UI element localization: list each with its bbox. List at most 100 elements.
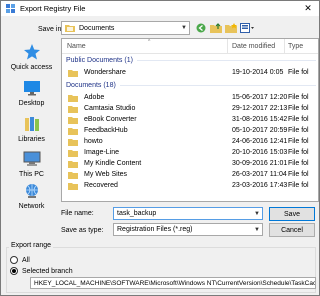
save-in-value: Documents [79,24,115,32]
selected-branch-input[interactable]: HKEY_LOCAL_MACHINE\SOFTWARE\Microsoft\Wi… [30,277,316,289]
item-date: 29-12-2017 22:13 [232,105,288,112]
item-type: File fol [288,160,309,167]
item-type: File fol [288,138,309,145]
places-bar: Quick access Desktop Libraries This PC N… [4,38,59,210]
chevron-down-icon[interactable]: ▼ [252,211,262,217]
file-name-label: File name: [61,210,94,217]
group-divider [136,60,316,61]
up-folder-icon[interactable] [209,22,222,34]
save-as-type-dropdown[interactable]: Registration Files (*.reg) ▼ [113,223,263,236]
list-item[interactable]: My Web Sites 26-03-2017 11:04 File fol [62,170,318,180]
folder-icon [68,128,78,135]
radio-circle[interactable] [10,256,18,264]
column-divider[interactable] [227,39,228,54]
save-button[interactable]: Save [269,207,315,221]
file-name-value: task_backup [117,210,157,217]
list-item[interactable]: howto 24-06-2016 12:41 File fol [62,137,318,147]
export-range-legend: Export range [9,242,54,249]
column-name[interactable]: Name [67,43,86,50]
export-selected-branch-radio[interactable]: Selected branch [10,267,73,275]
item-name: Wondershare [84,69,126,76]
place-label: Libraries [18,136,45,143]
export-registry-dialog: Export Registry File ✕ Save in: Document… [0,0,320,296]
list-item[interactable]: Wondershare 19-10-2014 0:05 File fol [62,68,318,78]
place-this-pc[interactable]: This PC [4,149,59,178]
group-header-documents[interactable]: Documents (18) [66,82,316,89]
folder-icon [68,70,78,77]
item-date: 23-03-2016 17:43 [232,182,288,189]
place-network[interactable]: Network [4,181,59,210]
column-type[interactable]: Type [288,43,303,50]
save-in-dropdown[interactable]: Documents ▼ [61,21,190,35]
item-name: Recovered [84,182,118,189]
radio-circle[interactable] [10,267,18,275]
file-name-input[interactable]: task_backup ▼ [113,207,263,220]
item-name: Image-Line [84,149,120,156]
item-type: File fol [288,182,309,189]
item-name: howto [84,138,103,145]
place-desktop[interactable]: Desktop [4,78,59,107]
list-item[interactable]: Adobe 15-06-2017 12:20 File fol [62,93,318,103]
chevron-down-icon: ▼ [254,226,260,233]
list-item[interactable]: eBook Converter 31-08-2016 15:42 File fo… [62,115,318,125]
cancel-button[interactable]: Cancel [269,223,315,237]
list-item[interactable]: Image-Line 20-10-2016 15:03 File fol [62,148,318,158]
folder-icon [68,95,78,102]
item-name: My Kindle Content [84,160,142,167]
save-as-type-value: Registration Files (*.reg) [117,226,193,233]
item-date: 20-10-2016 15:03 [232,149,288,156]
place-libraries[interactable]: Libraries [4,114,59,143]
radio-selected-dot [12,269,16,273]
item-type: File fol [288,94,309,101]
item-date: 24-06-2016 12:41 [232,138,288,145]
place-label: Desktop [18,100,45,107]
folder-icon [68,139,78,146]
list-item[interactable]: FeedbackHub 05-10-2017 20:59 File fol [62,126,318,136]
close-icon[interactable]: ✕ [297,1,319,16]
group-header-public[interactable]: Public Documents (1) [66,57,316,64]
radio-label: All [22,256,30,264]
place-label: Network [18,203,45,210]
network-icon [21,181,43,201]
place-label: This PC [19,171,44,178]
save-as-type-label: Save as type: [61,227,104,234]
place-quick-access[interactable]: Quick access [4,42,59,71]
libraries-icon [21,114,43,134]
file-list[interactable]: ^ Name Date modified Type Public Documen… [61,38,319,202]
title-bar: Export Registry File ✕ [1,1,319,16]
group-divider [119,85,316,86]
item-date: 05-10-2017 20:59 [232,127,288,134]
chevron-down-icon: ▼ [181,25,187,31]
folder-icon [68,106,78,113]
item-name: Adobe [84,94,105,101]
star-icon [21,42,43,62]
back-arrow-icon[interactable] [195,22,207,34]
item-type: File fol [288,105,309,112]
folder-icon [68,161,78,168]
item-type: File fol [288,171,309,178]
item-date: 30-09-2016 21:01 [232,160,288,167]
column-divider[interactable] [284,39,285,54]
export-all-radio[interactable]: All [10,256,30,264]
list-item[interactable]: My Kindle Content 30-09-2016 21:01 File … [62,159,318,169]
item-name: Camtasia Studio [84,105,136,112]
group-title: Documents (18) [66,82,116,89]
list-item[interactable]: Recovered 23-03-2016 17:43 File fol [62,181,318,191]
desktop-icon [21,78,43,98]
group-title: Public Documents (1) [66,57,133,64]
list-item[interactable]: Camtasia Studio 29-12-2017 22:13 File fo… [62,104,318,114]
column-date[interactable]: Date modified [232,43,275,50]
radio-label: Selected branch [22,267,73,275]
view-menu-icon[interactable] [239,22,255,34]
new-folder-icon[interactable] [224,22,237,34]
item-name: FeedbackHub [84,127,128,134]
file-list-header: ^ Name Date modified Type [62,39,318,54]
item-date: 15-06-2017 12:20 [232,94,288,101]
folder-icon [68,183,78,190]
item-type: File fol [288,69,309,76]
window-title: Export Registry File [20,4,86,13]
item-name: eBook Converter [84,116,137,123]
registry-icon [6,4,15,13]
item-date: 26-03-2017 11:04 [232,171,287,178]
folder-icon [68,117,78,124]
